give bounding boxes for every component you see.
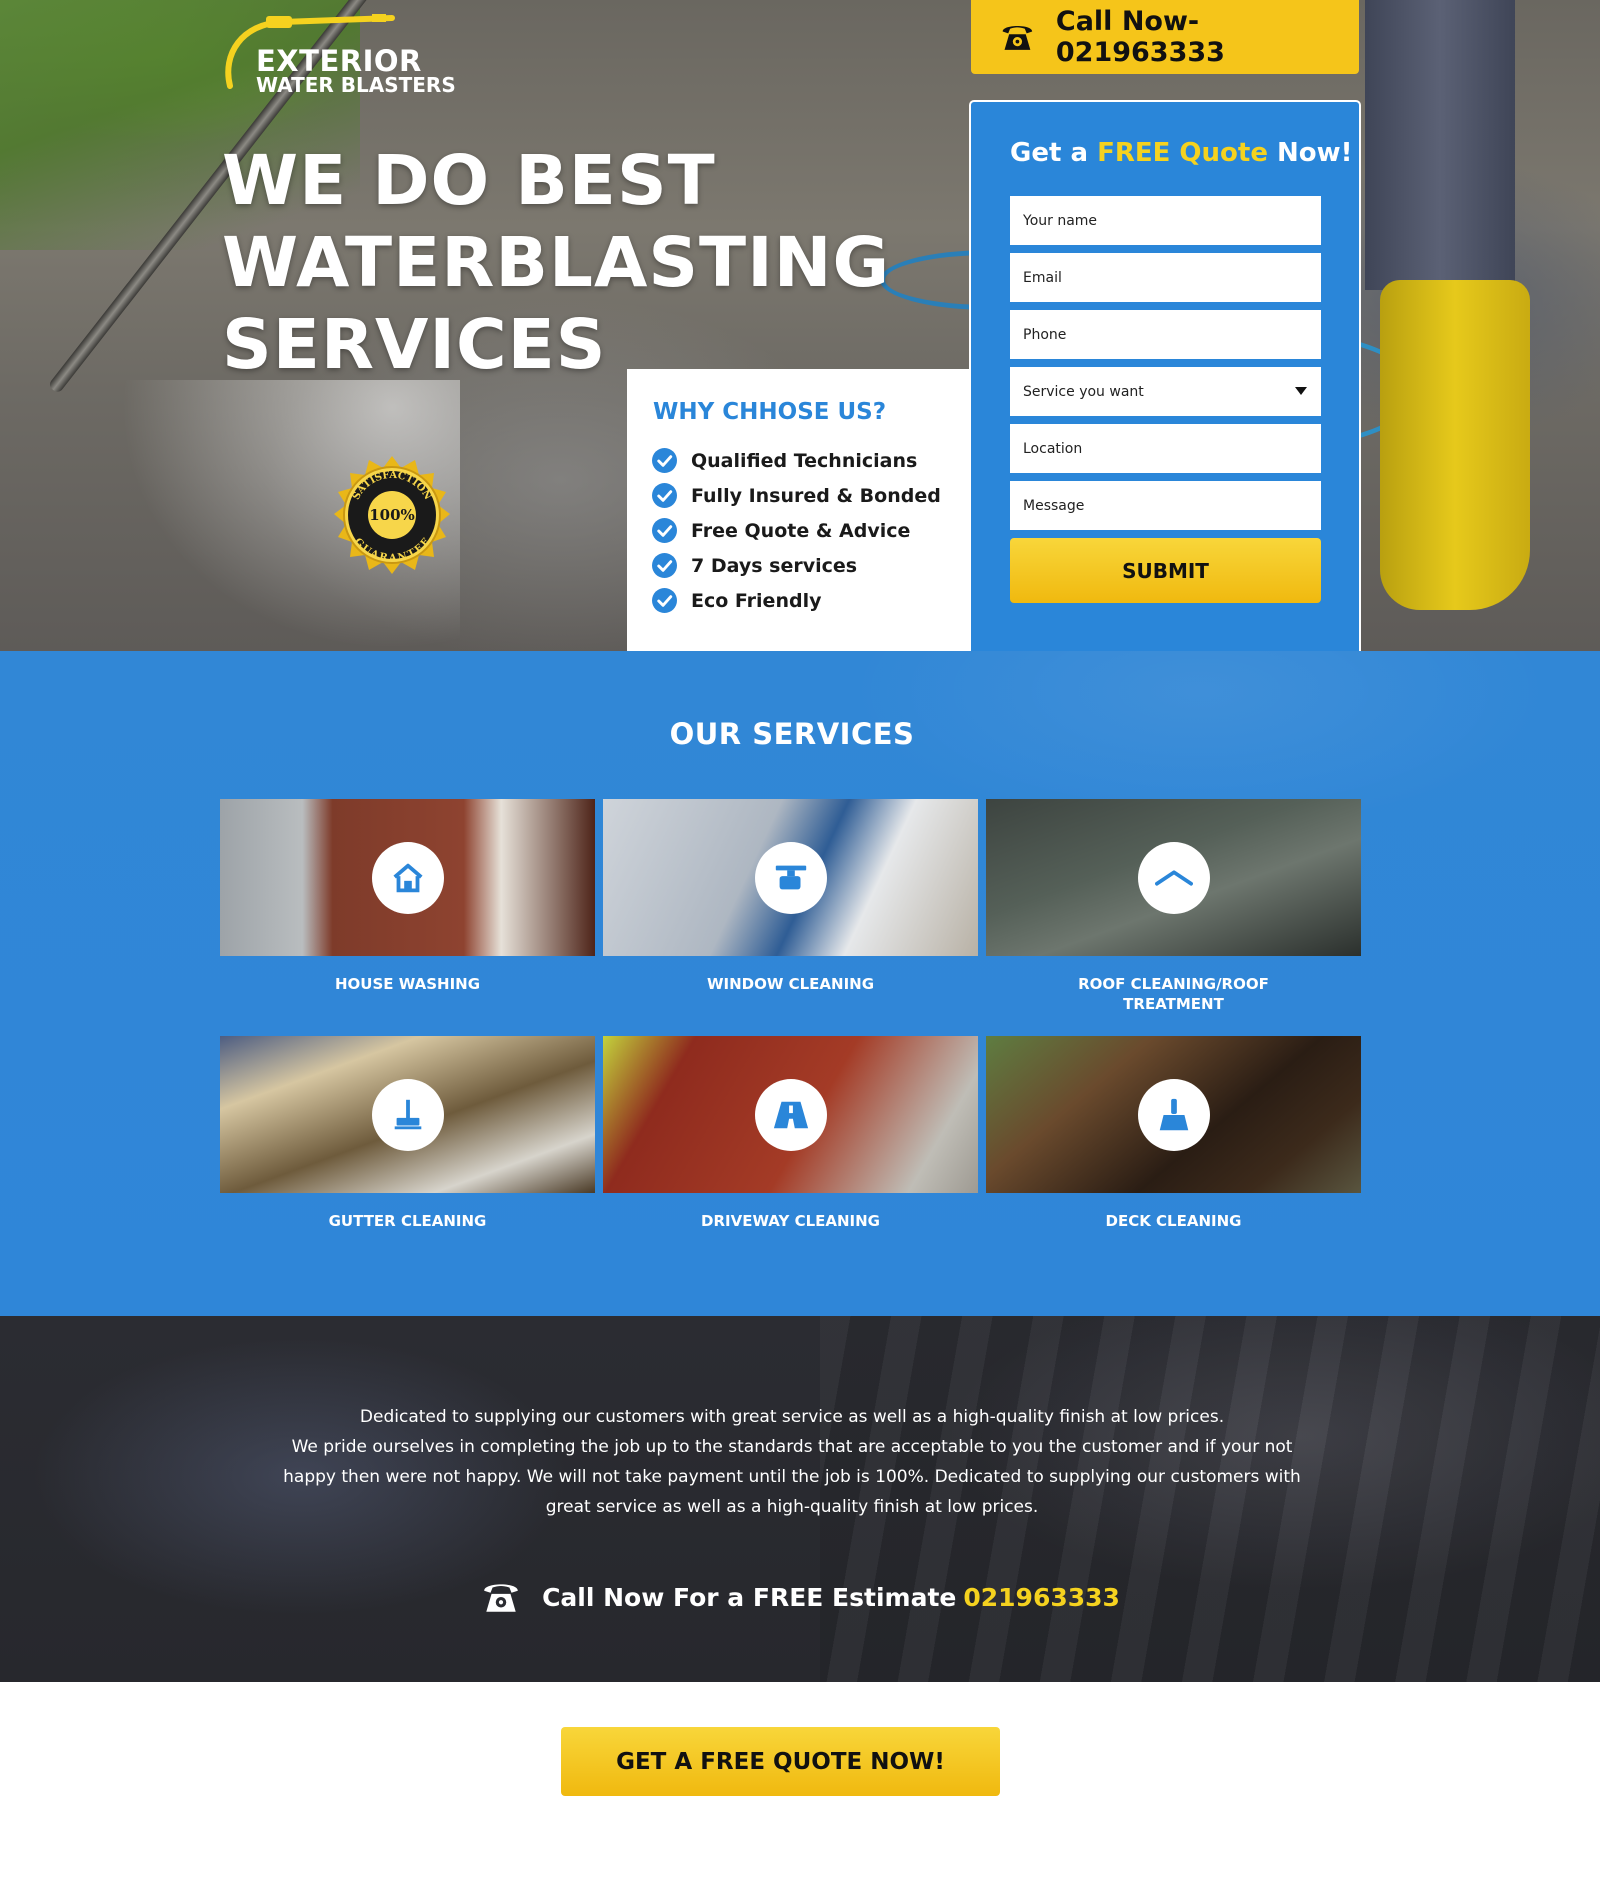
why-item-label: 7 Days services bbox=[691, 554, 858, 577]
phone-field[interactable] bbox=[1010, 310, 1321, 359]
hero-section: EXTERIOR WATER BLASTERS Call Now-0219633… bbox=[0, 0, 1600, 651]
why-choose-us-title: WHY CHHOSE US? bbox=[653, 399, 887, 425]
message-field[interactable] bbox=[1010, 481, 1321, 530]
service-image bbox=[986, 1036, 1361, 1193]
service-select[interactable]: Service you want bbox=[1010, 367, 1321, 416]
service-card-deck-cleaning[interactable]: DECK CLEANING bbox=[986, 1036, 1361, 1231]
service-icon-circle bbox=[371, 1078, 444, 1151]
phone-icon bbox=[484, 1584, 518, 1612]
service-image bbox=[220, 1036, 595, 1193]
list-item: Eco Friendly bbox=[652, 583, 970, 618]
logo-subtitle: WATER BLASTERS bbox=[256, 73, 456, 97]
service-image bbox=[603, 1036, 978, 1193]
why-item-label: Qualified Technicians bbox=[691, 449, 918, 472]
email-field[interactable] bbox=[1010, 253, 1321, 302]
hero-yellow-boot bbox=[1380, 280, 1530, 610]
service-label: ROOF CLEANING/ROOF TREATMENT bbox=[1078, 975, 1269, 1013]
form-title-prefix: Get a bbox=[1010, 138, 1098, 168]
service-image bbox=[220, 799, 595, 956]
checkmark-icon bbox=[652, 588, 677, 613]
service-label: DRIVEWAY CLEANING bbox=[701, 1212, 880, 1230]
service-card-driveway-cleaning[interactable]: DRIVEWAY CLEANING bbox=[603, 1036, 978, 1231]
call-now-label: Call Now-021963333 bbox=[1055, 6, 1225, 68]
about-line-2: We pride ourselves in completing the job… bbox=[283, 1437, 1301, 1517]
roof-icon bbox=[1154, 869, 1193, 886]
service-card-roof-cleaning[interactable]: ROOF CLEANING/ROOF TREATMENT bbox=[986, 799, 1361, 1014]
service-label: HOUSE WASHING bbox=[334, 975, 481, 993]
phone-icon bbox=[1002, 25, 1033, 50]
form-title-highlight: FREE Quote bbox=[1097, 138, 1268, 168]
service-icon-circle bbox=[1137, 841, 1210, 914]
about-line-1: Dedicated to supplying our customers wit… bbox=[359, 1407, 1225, 1427]
submit-button[interactable]: SUBMIT bbox=[1010, 538, 1321, 603]
service-icon-circle bbox=[754, 841, 827, 914]
call-estimate-line[interactable]: Call Now For a FREE Estimate 021963333 bbox=[0, 1576, 1600, 1618]
quote-form: Get a FREE Quote Now! Service you want S… bbox=[969, 100, 1361, 651]
checkmark-icon bbox=[652, 553, 677, 578]
brand-logo[interactable]: EXTERIOR WATER BLASTERS bbox=[222, 14, 456, 97]
call-now-button[interactable]: Call Now-021963333 bbox=[971, 0, 1359, 74]
service-select-value: Service you want bbox=[1023, 383, 1144, 400]
why-item-label: Fully Insured & Bonded bbox=[691, 484, 941, 507]
quote-form-title: Get a FREE Quote Now! bbox=[1010, 138, 1353, 168]
headline-line: WATERBLASTING bbox=[222, 223, 891, 303]
about-text: Dedicated to supplying our customers wit… bbox=[270, 1402, 1314, 1522]
checkmark-icon bbox=[652, 483, 677, 508]
service-card-window-cleaning[interactable]: WINDOW CLEANING bbox=[603, 799, 978, 994]
why-choose-us-panel: WHY CHHOSE US? Qualified Technicians Ful… bbox=[627, 369, 970, 651]
gutter-icon bbox=[394, 1099, 421, 1129]
service-icon-circle bbox=[754, 1078, 827, 1151]
about-section: Dedicated to supplying our customers wit… bbox=[0, 1316, 1600, 1682]
service-icon-circle bbox=[1137, 1078, 1210, 1151]
call-estimate-text: Call Now For a FREE Estimate bbox=[542, 1582, 957, 1612]
headline-line: WE DO BEST bbox=[222, 141, 716, 221]
services-title: OUR SERVICES bbox=[669, 717, 915, 751]
list-item: 7 Days services bbox=[652, 548, 970, 583]
list-item: Qualified Technicians bbox=[652, 443, 970, 478]
service-card-house-washing[interactable]: HOUSE WASHING bbox=[220, 799, 595, 994]
checkmark-icon bbox=[652, 518, 677, 543]
service-label: WINDOW CLEANING bbox=[706, 975, 875, 993]
list-item: Fully Insured & Bonded bbox=[652, 478, 970, 513]
why-item-label: Free Quote & Advice bbox=[691, 519, 911, 542]
get-free-quote-button[interactable]: GET A FREE QUOTE NOW! bbox=[561, 1727, 1000, 1796]
svg-text:100%: 100% bbox=[369, 506, 415, 524]
service-label: GUTTER CLEANING bbox=[328, 1212, 487, 1230]
checkmark-icon bbox=[652, 448, 677, 473]
service-card-gutter-cleaning[interactable]: GUTTER CLEANING bbox=[220, 1036, 595, 1231]
service-label: DECK CLEANING bbox=[1105, 1212, 1242, 1230]
name-field[interactable] bbox=[1010, 196, 1321, 245]
service-image bbox=[603, 799, 978, 956]
form-title-suffix: Now! bbox=[1267, 138, 1353, 168]
why-item-label: Eco Friendly bbox=[691, 589, 822, 612]
chevron-down-icon bbox=[1295, 387, 1307, 395]
broom-icon bbox=[1159, 1098, 1188, 1130]
hero-worker-leg bbox=[1365, 0, 1515, 290]
squeegee-icon bbox=[775, 865, 806, 889]
why-choose-us-list: Qualified Technicians Fully Insured & Bo… bbox=[652, 443, 970, 618]
satisfaction-guarantee-badge: SATISFACTION GUARANTEE 100% bbox=[325, 448, 459, 582]
hero-headline: WE DO BEST WATERBLASTING SERVICES bbox=[222, 140, 891, 386]
service-icon-circle bbox=[371, 841, 444, 914]
house-icon bbox=[392, 863, 423, 892]
list-item: Free Quote & Advice bbox=[652, 513, 970, 548]
service-image bbox=[986, 799, 1361, 956]
services-section: OUR SERVICES HOUSE WASHING WINDOW CLEANI… bbox=[0, 651, 1600, 1316]
call-estimate-number[interactable]: 021963333 bbox=[963, 1583, 1120, 1612]
location-field[interactable] bbox=[1010, 424, 1321, 473]
driveway-icon bbox=[773, 1101, 808, 1128]
